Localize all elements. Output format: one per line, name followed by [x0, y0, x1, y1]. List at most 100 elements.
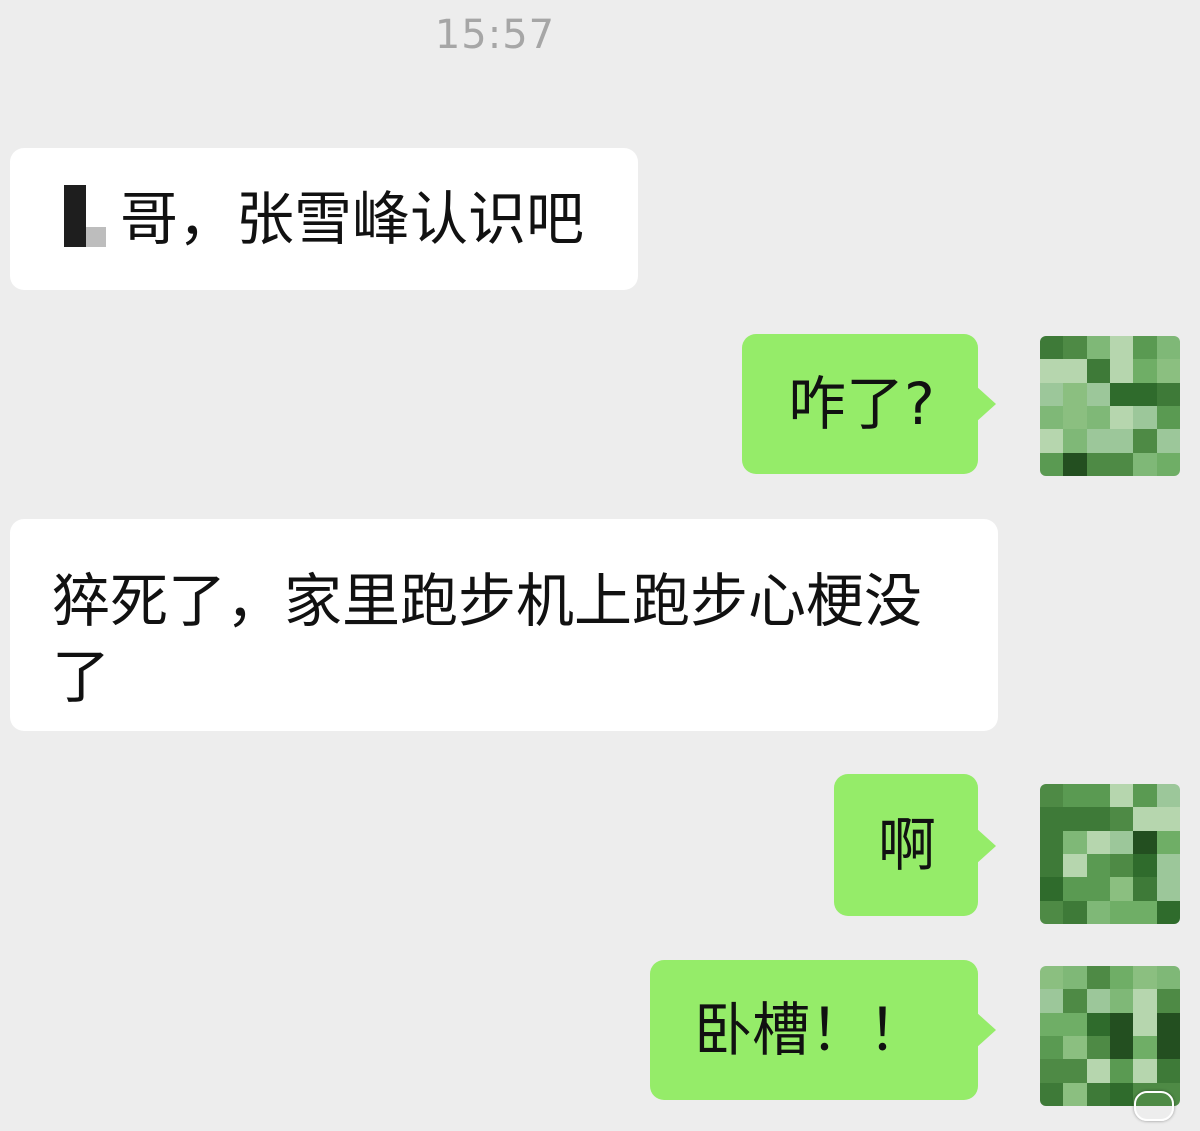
avatar-pixel: [1086, 1059, 1110, 1083]
bubble-tail: [976, 386, 996, 422]
avatar-pixel: [1040, 807, 1064, 831]
avatar-pixel: [1086, 854, 1110, 878]
avatar-pixel: [1086, 1012, 1110, 1036]
incoming-message-bubble[interactable]: 猝死了，家里跑步机上跑步心梗没 了: [10, 519, 998, 731]
avatar-pixel: [1156, 854, 1180, 878]
avatar-pixel: [1133, 429, 1157, 453]
chat-window: 15:57 哥，张雪峰认识吧 咋了? 猝死了，家里跑步机上跑步心梗没 了 啊 卧…: [0, 0, 1200, 1131]
avatar-pixel: [1133, 406, 1157, 430]
bubble-tail: [976, 1012, 996, 1048]
avatar-pixel: [1133, 1036, 1157, 1060]
avatar-pixel: [1156, 830, 1180, 854]
bubble-tail: [976, 828, 996, 864]
avatar-pixel: [1110, 452, 1134, 476]
avatar-pixel: [1063, 784, 1087, 808]
avatar-pixel: [1133, 336, 1157, 360]
avatar-pixel: [1133, 1059, 1157, 1083]
avatar-pixel: [1156, 1012, 1180, 1036]
avatar-pixel: [1063, 429, 1087, 453]
avatar-pixel: [1063, 406, 1087, 430]
avatar-pixel: [1040, 900, 1064, 924]
avatar-pixel: [1040, 877, 1064, 901]
avatar-pixel: [1086, 877, 1110, 901]
avatar-pixel: [1156, 1036, 1180, 1060]
avatar-pixel: [1133, 830, 1157, 854]
avatar-pixel: [1156, 784, 1180, 808]
avatar-pixel: [1110, 900, 1134, 924]
avatar-pixel: [1063, 452, 1087, 476]
avatar-pixel: [1156, 1059, 1180, 1083]
outgoing-message-bubble[interactable]: 啊: [834, 774, 978, 916]
message-timestamp: 15:57: [434, 12, 556, 58]
message-text: 卧槽！！: [694, 996, 927, 1064]
avatar-pixel: [1156, 429, 1180, 453]
avatar-pixel: [1086, 966, 1110, 990]
avatar-pixel: [1063, 854, 1087, 878]
avatar-pixel: [1156, 452, 1180, 476]
outgoing-message-bubble[interactable]: 卧槽！！: [650, 960, 978, 1100]
avatar-pixel: [1040, 429, 1064, 453]
avatar-pixel: [1110, 336, 1134, 360]
avatar-pixel: [1086, 900, 1110, 924]
avatar-pixel: [1110, 784, 1134, 808]
avatar-pixel: [1086, 807, 1110, 831]
redacted-name-block: [62, 183, 106, 249]
avatar-pixel: [1156, 807, 1180, 831]
avatar-pixel: [1156, 989, 1180, 1013]
avatar-pixel: [1110, 406, 1134, 430]
avatar-pixel: [1040, 1036, 1064, 1060]
avatar-pixel: [1133, 784, 1157, 808]
avatar-pixel: [1063, 830, 1087, 854]
avatar-pixel: [1156, 877, 1180, 901]
avatar-pixel: [1063, 1082, 1087, 1106]
avatar-pixel: [1133, 1012, 1157, 1036]
avatar-pixel: [1040, 1059, 1064, 1083]
avatar-pixel: [1156, 336, 1180, 360]
avatar-pixel: [1110, 359, 1134, 383]
avatar-pixel: [1110, 1059, 1134, 1083]
avatar-pixel: [1086, 406, 1110, 430]
weibo-icon: [1134, 1091, 1174, 1121]
user-avatar[interactable]: [1040, 336, 1180, 476]
message-text: 啊: [878, 811, 937, 879]
avatar-pixel: [1110, 1082, 1134, 1106]
avatar-pixel: [1040, 966, 1064, 990]
avatar-pixel: [1040, 359, 1064, 383]
avatar-pixel: [1040, 452, 1064, 476]
avatar-pixel: [1110, 1012, 1134, 1036]
avatar-pixel: [1133, 854, 1157, 878]
avatar-pixel: [1086, 989, 1110, 1013]
avatar-pixel: [1086, 1036, 1110, 1060]
avatar-pixel: [1040, 336, 1064, 360]
avatar-pixel: [1086, 336, 1110, 360]
avatar-pixel: [1086, 382, 1110, 406]
message-text-line: 猝死了，家里跑步机上跑步心梗没: [52, 567, 923, 635]
avatar-pixel: [1040, 1082, 1064, 1106]
avatar-pixel: [1156, 359, 1180, 383]
message-text-line: 了: [52, 643, 111, 711]
avatar-pixel: [1063, 966, 1087, 990]
avatar-pixel: [1063, 989, 1087, 1013]
avatar-pixel: [1063, 807, 1087, 831]
avatar-pixel: [1063, 877, 1087, 901]
avatar-pixel: [1133, 989, 1157, 1013]
user-avatar[interactable]: [1040, 784, 1180, 924]
avatar-pixel: [1040, 854, 1064, 878]
avatar-pixel: [1110, 966, 1134, 990]
avatar-pixel: [1063, 1059, 1087, 1083]
avatar-pixel: [1040, 830, 1064, 854]
avatar-pixel: [1110, 989, 1134, 1013]
incoming-message-bubble[interactable]: 哥，张雪峰认识吧: [10, 148, 638, 290]
avatar-pixel: [1110, 854, 1134, 878]
avatar-pixel: [1040, 1012, 1064, 1036]
avatar-pixel: [1156, 900, 1180, 924]
avatar-pixel: [1040, 989, 1064, 1013]
avatar-pixel: [1133, 452, 1157, 476]
avatar-pixel: [1063, 359, 1087, 383]
outgoing-message-bubble[interactable]: 咋了?: [742, 334, 978, 474]
user-avatar[interactable]: [1040, 966, 1180, 1106]
avatar-pixel: [1133, 877, 1157, 901]
avatar-pixel: [1063, 1036, 1087, 1060]
avatar-pixel: [1133, 382, 1157, 406]
avatar-pixel: [1110, 807, 1134, 831]
